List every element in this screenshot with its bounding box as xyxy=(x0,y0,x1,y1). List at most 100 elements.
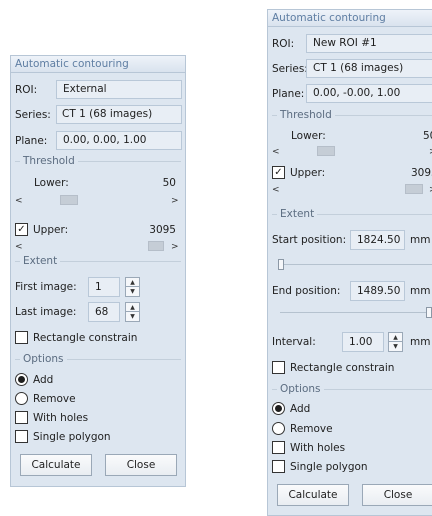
single-polygon-checkbox[interactable] xyxy=(272,460,285,473)
close-button[interactable]: Close xyxy=(362,484,432,506)
rectangle-checkbox[interactable] xyxy=(15,331,28,344)
start-slider-track[interactable] xyxy=(280,264,432,265)
interval-input[interactable]: 1.00 xyxy=(342,332,384,352)
roi-field[interactable]: New ROI #1 xyxy=(306,34,432,53)
spin-up-icon[interactable]: ▲ xyxy=(126,303,139,312)
with-holes-checkbox[interactable] xyxy=(272,441,285,454)
lower-label: Lower: xyxy=(34,177,69,189)
options-group-label: Options xyxy=(20,353,67,365)
scroll-right-icon[interactable]: > xyxy=(171,242,179,252)
upper-checkbox[interactable]: ✓ xyxy=(15,223,28,236)
series-field: CT 1 (68 images) xyxy=(306,59,432,78)
plane-field: 0.00, 0.00, 1.00 xyxy=(56,131,182,150)
end-position-label: End position: xyxy=(272,285,341,297)
add-radio[interactable] xyxy=(272,402,285,415)
end-position-input[interactable]: 1489.50 xyxy=(350,281,405,301)
start-position-unit: mm xyxy=(410,234,431,246)
lower-scroll-thumb[interactable] xyxy=(317,146,335,156)
start-slider-knob[interactable] xyxy=(278,259,284,270)
interval-spinner[interactable]: ▲ ▼ xyxy=(388,332,403,352)
rectangle-checkbox[interactable] xyxy=(272,361,285,374)
threshold-group: Threshold xyxy=(272,109,432,121)
add-label: Add xyxy=(33,374,54,386)
add-radio[interactable] xyxy=(15,373,28,386)
end-slider-knob[interactable] xyxy=(426,307,432,318)
spin-down-icon[interactable]: ▼ xyxy=(126,312,139,321)
upper-scroll-thumb[interactable] xyxy=(405,184,423,194)
close-button[interactable]: Close xyxy=(105,454,177,476)
check-icon: ✓ xyxy=(17,224,26,235)
upper-label: Upper: xyxy=(33,224,69,236)
start-position-label: Start position: xyxy=(272,234,347,246)
rectangle-label: Rectangle constrain xyxy=(290,362,395,374)
rectangle-label: Rectangle constrain xyxy=(33,332,138,344)
extent-group-label: Extent xyxy=(20,255,61,267)
panel-title: Automatic contouring xyxy=(268,10,432,27)
single-polygon-label: Single polygon xyxy=(290,461,368,473)
last-image-label: Last image: xyxy=(15,306,77,318)
with-holes-label: With holes xyxy=(33,412,89,424)
upper-checkbox[interactable]: ✓ xyxy=(272,166,285,179)
spin-down-icon[interactable]: ▼ xyxy=(389,342,402,351)
interval-label: Interval: xyxy=(272,336,316,348)
calculate-button[interactable]: Calculate xyxy=(20,454,92,476)
threshold-group-label: Threshold xyxy=(277,109,335,121)
scroll-left-icon[interactable]: < xyxy=(272,185,280,195)
upper-scroll-thumb[interactable] xyxy=(148,241,164,251)
scroll-left-icon[interactable]: < xyxy=(15,242,23,252)
last-image-input[interactable]: 68 xyxy=(88,302,120,322)
auto-contouring-panel-1: Automatic contouring ROI: External Serie… xyxy=(10,55,186,487)
interval-unit: mm xyxy=(410,336,431,348)
series-label: Series: xyxy=(15,109,51,121)
add-label: Add xyxy=(290,403,311,415)
remove-label: Remove xyxy=(33,393,76,405)
upper-label: Upper: xyxy=(290,167,326,179)
last-image-spinner[interactable]: ▲ ▼ xyxy=(125,302,140,322)
series-field: CT 1 (68 images) xyxy=(56,105,182,124)
options-group: Options xyxy=(15,353,181,365)
options-group: Options xyxy=(272,383,432,395)
threshold-group-label: Threshold xyxy=(20,155,78,167)
single-polygon-label: Single polygon xyxy=(33,431,111,443)
extent-group: Extent xyxy=(15,255,181,267)
single-polygon-checkbox[interactable] xyxy=(15,430,28,443)
remove-radio[interactable] xyxy=(272,422,285,435)
lower-value: 50 xyxy=(423,130,432,142)
scroll-right-icon[interactable]: > xyxy=(171,196,179,206)
roi-field[interactable]: External xyxy=(56,80,182,99)
end-position-unit: mm xyxy=(410,285,431,297)
lower-value: 50 xyxy=(162,177,176,189)
remove-label: Remove xyxy=(290,423,333,435)
start-position-input[interactable]: 1824.50 xyxy=(350,230,405,250)
plane-label: Plane: xyxy=(272,88,305,100)
first-image-label: First image: xyxy=(15,281,77,293)
calculate-button[interactable]: Calculate xyxy=(277,484,349,506)
threshold-group: Threshold xyxy=(15,155,181,167)
roi-label: ROI: xyxy=(15,84,38,96)
with-holes-label: With holes xyxy=(290,442,346,454)
series-label: Series: xyxy=(272,63,308,75)
auto-contouring-panel-2: Automatic contouring ROI: New ROI #1 Ser… xyxy=(267,9,432,516)
panel-title: Automatic contouring xyxy=(11,56,185,73)
extent-group: Extent xyxy=(272,208,432,220)
scroll-left-icon[interactable]: < xyxy=(272,147,280,157)
extent-group-label: Extent xyxy=(277,208,318,220)
upper-value: 3095 xyxy=(149,224,176,236)
first-image-spinner[interactable]: ▲ ▼ xyxy=(125,277,140,297)
spin-up-icon[interactable]: ▲ xyxy=(126,278,139,287)
roi-label: ROI: xyxy=(272,38,295,50)
check-icon: ✓ xyxy=(274,167,283,178)
with-holes-checkbox[interactable] xyxy=(15,411,28,424)
spin-down-icon[interactable]: ▼ xyxy=(126,287,139,296)
options-group-label: Options xyxy=(277,383,324,395)
lower-label: Lower: xyxy=(291,130,326,142)
remove-radio[interactable] xyxy=(15,392,28,405)
scroll-left-icon[interactable]: < xyxy=(15,196,23,206)
spin-up-icon[interactable]: ▲ xyxy=(389,333,402,342)
end-slider-track[interactable] xyxy=(280,312,432,313)
upper-value: 3095 xyxy=(411,167,432,179)
plane-label: Plane: xyxy=(15,135,48,147)
first-image-input[interactable]: 1 xyxy=(88,277,120,297)
plane-field: 0.00, -0.00, 1.00 xyxy=(306,84,432,103)
lower-scroll-thumb[interactable] xyxy=(60,195,78,205)
